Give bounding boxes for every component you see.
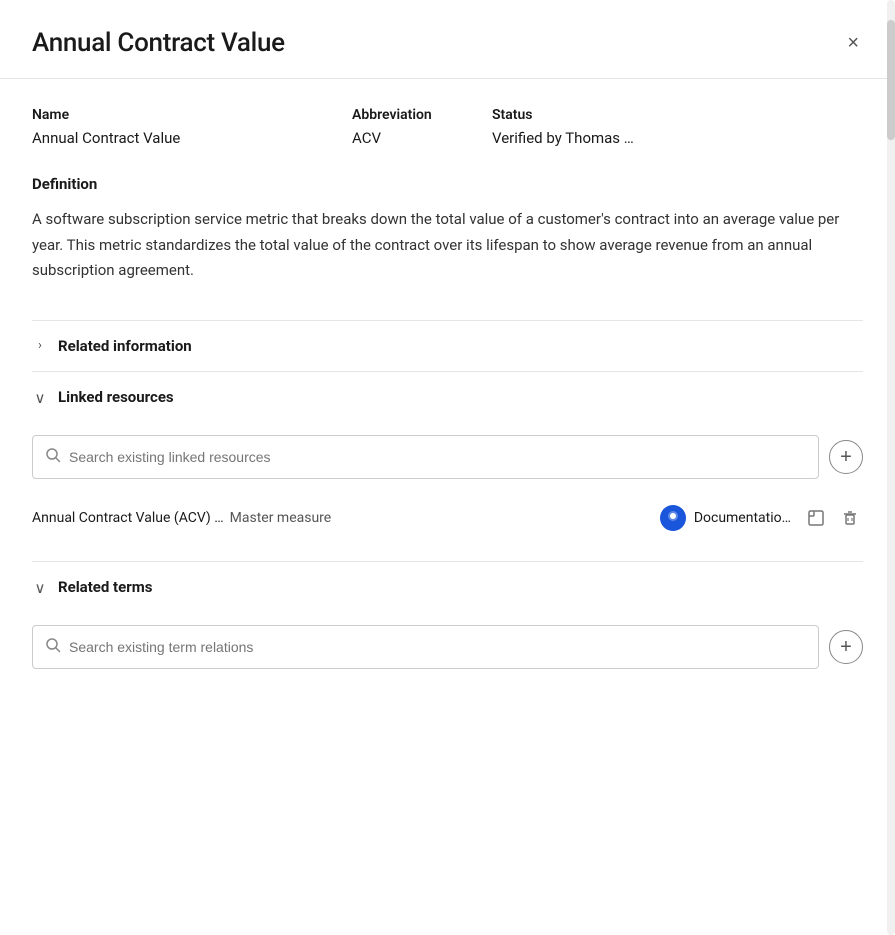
related-terms-add-icon: +	[840, 637, 852, 657]
resource-name: Annual Contract Value (ACV) …	[32, 510, 224, 526]
related-information-section: › Related information	[32, 320, 863, 371]
detail-panel: Annual Contract Value × Name Annual Cont…	[0, 0, 895, 935]
definition-label: Definition	[32, 175, 863, 193]
fields-row: Name Annual Contract Value Abbreviation …	[32, 107, 863, 147]
linked-resources-chevron-down-icon: ∨	[32, 389, 48, 407]
related-terms-header[interactable]: ∨ Related terms	[32, 561, 863, 613]
status-label: Status	[492, 107, 863, 123]
related-information-header[interactable]: › Related information	[32, 320, 863, 371]
linked-resources-title: Linked resources	[58, 388, 174, 406]
close-button[interactable]: ×	[843, 29, 863, 57]
linked-resources-add-button[interactable]: +	[829, 440, 863, 474]
table-row: Annual Contract Value (ACV) … Master mea…	[32, 495, 863, 541]
related-terms-search-icon	[45, 637, 61, 657]
name-value: Annual Contract Value	[32, 129, 312, 147]
related-terms-section: ∨ Related terms	[32, 561, 863, 705]
resource-doc-name: Documentatio…	[694, 510, 791, 526]
related-terms-search-wrapper[interactable]	[32, 625, 819, 669]
definition-text: A software subscription service metric t…	[32, 207, 863, 284]
status-field-group: Status Verified by Thomas …	[492, 107, 863, 147]
link-to-story-icon	[807, 509, 825, 527]
panel-header: Annual Contract Value ×	[0, 0, 895, 79]
resource-info: Annual Contract Value (ACV) … Master mea…	[32, 510, 648, 526]
abbreviation-field-group: Abbreviation ACV	[352, 107, 452, 147]
linked-resources-search-wrapper[interactable]	[32, 435, 819, 479]
scrollbar-thumb[interactable]	[887, 20, 895, 140]
status-value: Verified by Thomas …	[492, 129, 863, 147]
abbreviation-label: Abbreviation	[352, 107, 452, 123]
trash-icon	[841, 509, 859, 527]
name-field-group: Name Annual Contract Value	[32, 107, 312, 147]
linked-resources-content: + Annual Contract Value (ACV) … Master m…	[32, 423, 863, 561]
related-terms-content: +	[32, 613, 863, 705]
panel-body: Name Annual Contract Value Abbreviation …	[0, 79, 895, 733]
resource-badge	[660, 505, 686, 531]
resource-action-icons	[803, 505, 863, 531]
related-terms-search-input[interactable]	[69, 639, 806, 655]
resource-type: Master measure	[230, 510, 332, 526]
name-label: Name	[32, 107, 312, 123]
panel-title: Annual Contract Value	[32, 28, 285, 58]
related-terms-chevron-down-icon: ∨	[32, 579, 48, 597]
linked-resources-section: ∨ Linked resources	[32, 371, 863, 561]
linked-resources-add-icon: +	[840, 447, 852, 467]
abbreviation-value: ACV	[352, 129, 452, 147]
delete-resource-button[interactable]	[837, 505, 863, 531]
related-terms-title: Related terms	[58, 578, 152, 596]
link-to-story-button[interactable]	[803, 505, 829, 531]
linked-resources-search-icon	[45, 447, 61, 467]
linked-resources-search-input[interactable]	[69, 449, 806, 465]
related-information-title: Related information	[58, 337, 192, 355]
linked-resources-header[interactable]: ∨ Linked resources	[32, 371, 863, 423]
scrollbar[interactable]	[887, 0, 895, 935]
linked-resources-search-row: +	[32, 435, 863, 479]
related-terms-search-row: +	[32, 625, 863, 669]
related-terms-add-button[interactable]: +	[829, 630, 863, 664]
related-information-chevron-right-icon: ›	[32, 338, 48, 353]
definition-section: Definition A software subscription servi…	[32, 175, 863, 284]
resource-doc-badge-icon	[666, 509, 680, 527]
resource-doc-group: Documentatio…	[660, 505, 791, 531]
